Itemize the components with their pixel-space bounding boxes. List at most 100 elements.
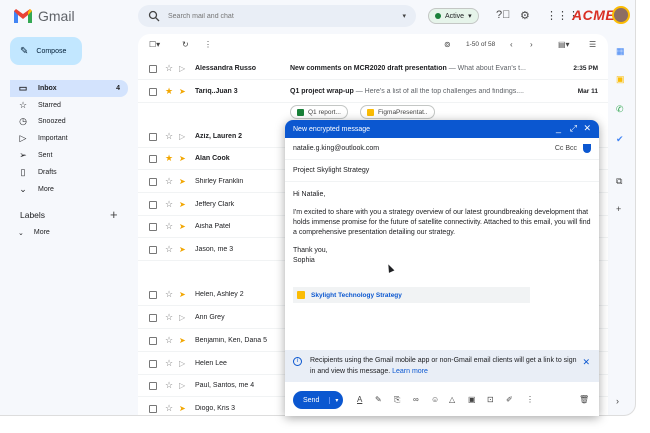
status-toggle[interactable]: Active ▾ [428,8,479,24]
send-options-icon[interactable]: ▾ [329,396,343,404]
more-vert-icon[interactable]: ⋮ [204,40,212,49]
emoji-icon[interactable]: ☺ [431,395,439,404]
important-marker-icon[interactable]: ➤ [179,336,186,345]
close-icon[interactable]: ✕ [583,123,591,134]
star-icon[interactable]: ☆ [165,335,173,346]
sidebar-item-important[interactable]: ▷ Important [10,130,128,147]
help-icon[interactable]: ?⃝ [496,9,510,21]
ai-write-icon[interactable]: ✎ [375,395,382,404]
star-icon[interactable]: ★ [165,153,173,164]
prev-page-icon[interactable]: ‹ [510,40,513,49]
important-marker-icon[interactable]: ▷ [179,313,185,322]
important-marker-icon[interactable]: ➤ [179,87,186,96]
refresh-icon[interactable]: ↻ [182,40,189,49]
row-checkbox[interactable] [149,200,157,209]
sidebar-item-starred[interactable]: ☆ Starred [10,97,128,114]
spaces-icon[interactable]: ⊚ [444,40,451,49]
row-checkbox[interactable] [149,222,157,231]
star-icon[interactable]: ☆ [165,358,173,369]
account-avatar[interactable] [612,6,630,24]
star-icon[interactable]: ☆ [165,244,173,255]
gmail-logo[interactable]: Gmail [14,8,75,24]
labels-more[interactable]: ⌄ More [18,229,50,237]
row-checkbox[interactable] [149,64,157,73]
tasks-icon[interactable]: ✔ [616,134,626,144]
compose-header[interactable]: New encrypted message _ ⤢ ✕ [285,120,599,138]
star-icon[interactable]: ☆ [165,312,173,323]
sidebar-item-snoozed[interactable]: ◷ Snoozed [10,114,128,131]
drive-icon[interactable]: △ [449,395,455,404]
important-marker-icon[interactable]: ▷ [179,381,185,390]
star-icon[interactable]: ☆ [165,403,173,414]
search-options-icon[interactable]: ▾ [402,12,406,20]
important-marker-icon[interactable]: ➤ [179,154,186,163]
important-marker-icon[interactable]: ▷ [179,64,185,73]
more-options-icon[interactable]: ⋮ [526,395,534,404]
star-icon[interactable]: ☆ [165,63,173,74]
lock-icon[interactable]: ⊡ [487,395,494,404]
important-marker-icon[interactable]: ➤ [179,222,186,231]
star-icon[interactable]: ★ [165,86,173,97]
row-checkbox[interactable] [149,245,157,254]
minimize-icon[interactable]: _ [556,123,561,133]
search-icon[interactable] [148,10,160,22]
sidebar-item-sent[interactable]: ➢ Sent [10,147,128,164]
formatting-icon[interactable]: A [357,395,362,404]
message-body[interactable]: Hi Natalie, I'm excited to share with yo… [285,182,599,266]
row-checkbox[interactable] [149,290,157,299]
important-marker-icon[interactable]: ➤ [179,177,186,186]
signature-icon[interactable]: ✐ [506,395,513,404]
learn-more-link[interactable]: Learn more [392,368,428,375]
attach-icon[interactable]: ⎘ [394,395,400,405]
star-icon[interactable]: ☆ [165,221,173,232]
expand-panel-icon[interactable]: › [616,396,626,406]
attachment-chip[interactable]: FigmaPresentat.. [360,105,435,119]
split-pane-icon[interactable]: ▤▾ [558,40,570,49]
row-checkbox[interactable] [149,132,157,141]
star-icon[interactable]: ☆ [165,380,173,391]
star-icon[interactable]: ☆ [165,176,173,187]
row-checkbox[interactable] [149,359,157,368]
encryption-shield-icon[interactable] [583,144,591,153]
settings-gear-icon[interactable]: ⚙ [520,9,530,22]
photo-icon[interactable]: ▣ [468,395,476,404]
dismiss-banner-icon[interactable]: ✕ [582,357,590,368]
filter-icon[interactable]: ☰ [589,40,596,49]
row-checkbox[interactable] [149,313,157,322]
sidebar-item-more[interactable]: ⌄ More [10,181,128,198]
search-input[interactable] [168,12,388,20]
row-checkbox[interactable] [149,154,157,163]
subject-field[interactable]: Project Skylight Strategy [285,160,599,182]
search-bar[interactable]: ▾ [138,5,416,27]
trash-icon[interactable]: 🗑 [579,395,589,404]
attachment-chip[interactable]: Skylight Technology Strategy [293,287,530,303]
important-marker-icon[interactable]: ▷ [179,359,185,368]
important-marker-icon[interactable]: ➤ [179,245,186,254]
addons-icon[interactable]: ⧉ [616,176,626,186]
keep-icon[interactable]: ▣ [616,74,626,84]
select-all-checkbox[interactable]: ☐▾ [149,40,160,49]
important-marker-icon[interactable]: ➤ [179,290,186,299]
send-button[interactable]: Send ▾ [293,391,344,409]
row-checkbox[interactable] [149,404,157,413]
calendar-icon[interactable]: ▦ [616,46,626,56]
next-page-icon[interactable]: › [530,40,533,49]
table-row[interactable]: ★ ➤ Tariq..Juan 3 Q1 project wrap-up — Here… [138,81,608,103]
row-checkbox[interactable] [149,381,157,390]
attachment-chip[interactable]: Q1 report... [290,105,348,119]
sidebar-item-drafts[interactable]: ▯ Drafts [10,164,128,181]
row-checkbox[interactable] [149,336,157,345]
to-field[interactable]: natalie.g.king@outlook.com Cc Bcc [285,138,599,160]
important-marker-icon[interactable]: ➤ [179,404,186,413]
table-row[interactable]: ☆ ▷ Alessandra Russo New comments on MCR202… [138,58,608,80]
compose-button[interactable]: ✎ Compose [10,37,82,65]
row-checkbox[interactable] [149,177,157,186]
star-icon[interactable]: ☆ [165,199,173,210]
sidebar-item-inbox[interactable]: ▭ Inbox 4 [10,80,128,97]
add-label-button[interactable]: + [110,207,118,222]
meet-icon[interactable]: ✆ [616,104,626,114]
fullscreen-icon[interactable]: ⤢ [570,123,577,134]
star-icon[interactable]: ☆ [165,289,173,300]
cc-bcc-links[interactable]: Cc Bcc [555,145,577,152]
important-marker-icon[interactable]: ▷ [179,132,185,141]
